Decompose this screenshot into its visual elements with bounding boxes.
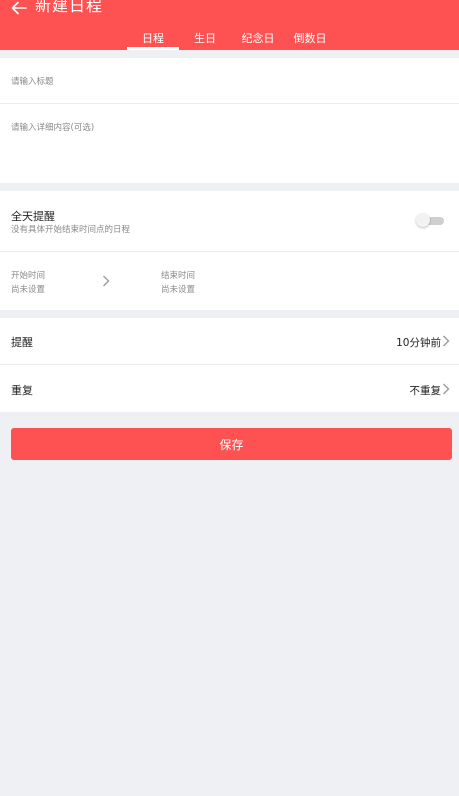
- end-time-value: 尚未设置: [161, 285, 196, 295]
- chevron-right-icon: [103, 275, 110, 287]
- toggle-knob: [416, 213, 430, 227]
- tab-countdown[interactable]: 倒数日: [287, 30, 333, 50]
- arrow-left-icon: [11, 1, 27, 15]
- chevron-right-icon: [443, 383, 450, 395]
- all-day-label: 全天提醒: [11, 210, 55, 223]
- tab-birthday[interactable]: 生日: [187, 30, 223, 50]
- tab-schedule[interactable]: 日程: [127, 30, 179, 50]
- chevron-right-icon: [443, 335, 450, 347]
- all-day-toggle[interactable]: [416, 213, 444, 227]
- back-button[interactable]: [8, 0, 30, 19]
- all-day-description: 没有具体开始结束时间点的日程: [11, 225, 131, 235]
- reminder-label: 提醒: [11, 336, 33, 349]
- time-card: 全天提醒 没有具体开始结束时间点的日程 开始时间 尚未设置 结束时间 尚未设置: [0, 191, 459, 310]
- tab-anniversary[interactable]: 纪念日: [235, 30, 281, 50]
- reminder-value: 10分钟前: [396, 337, 441, 349]
- type-tabs: 日程 生日 纪念日 倒数日: [0, 30, 459, 50]
- app-header: 新建日程 日程 生日 纪念日 倒数日: [0, 0, 459, 50]
- content-card: 请输入标题 请输入详细内容(可选): [0, 58, 459, 183]
- page-title: 新建日程: [35, 0, 104, 15]
- end-time-label: 结束时间: [161, 271, 196, 281]
- save-button[interactable]: 保存: [11, 428, 452, 460]
- divider: [0, 103, 459, 104]
- repeat-row[interactable]: 重复 不重复: [0, 365, 459, 412]
- title-input[interactable]: 请输入标题: [11, 75, 54, 87]
- options-card: 提醒 10分钟前 重复 不重复: [0, 318, 459, 412]
- detail-input[interactable]: 请输入详细内容(可选): [11, 121, 94, 133]
- repeat-label: 重复: [11, 384, 33, 397]
- reminder-row[interactable]: 提醒 10分钟前: [0, 318, 459, 364]
- end-time[interactable]: 结束时间 尚未设置: [161, 269, 271, 295]
- divider: [0, 251, 459, 252]
- repeat-value: 不重复: [409, 385, 442, 397]
